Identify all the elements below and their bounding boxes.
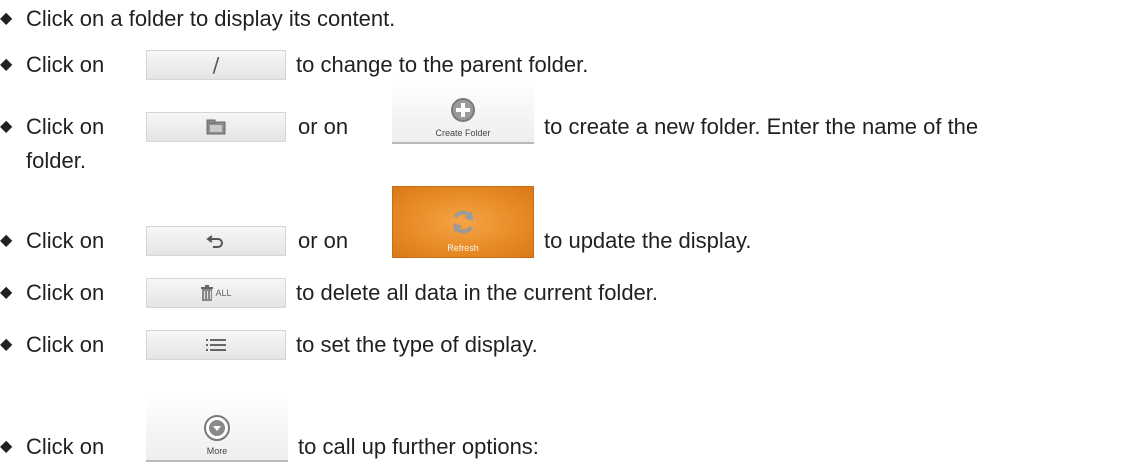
- refresh-button[interactable]: Refresh: [392, 186, 534, 258]
- instruction-text: to change to the parent folder.: [296, 52, 589, 77]
- instruction-text: Click on a folder to display its content…: [26, 6, 396, 31]
- bullet-diamond: ◆: [0, 284, 13, 301]
- bullet-diamond: ◆: [0, 232, 13, 249]
- undo-arrow-icon: [206, 235, 223, 248]
- instruction-text: to set the type of display.: [296, 332, 538, 357]
- create-folder-label: Create Folder: [435, 128, 491, 138]
- display-type-button[interactable]: [146, 330, 286, 360]
- folder-icon: [206, 119, 226, 135]
- instruction-text: to delete all data in the current folder…: [296, 280, 659, 305]
- bullet-diamond: ◆: [0, 438, 13, 455]
- undo-button[interactable]: [146, 226, 286, 256]
- list-icon: [206, 339, 226, 351]
- trash-icon: [201, 285, 214, 301]
- bullet-diamond: ◆: [0, 56, 13, 73]
- instruction-text: to create a new folder. Enter the name o…: [544, 114, 979, 139]
- instruction-text: Click on: [26, 228, 105, 253]
- more-label: More: [206, 446, 228, 456]
- instruction-text: folder.: [26, 148, 86, 173]
- bullet-diamond: ◆: [0, 10, 13, 27]
- instruction-text: or on: [298, 114, 349, 139]
- chevron-down-circle-icon: [204, 415, 230, 441]
- slash-icon: /: [212, 53, 220, 77]
- refresh-label: Refresh: [447, 243, 479, 253]
- new-folder-button[interactable]: [146, 112, 286, 142]
- instruction-text: to update the display.: [544, 228, 752, 253]
- bullet-diamond: ◆: [0, 118, 13, 135]
- plus-circle-icon: [451, 98, 475, 122]
- create-folder-button[interactable]: Create Folder: [392, 78, 534, 144]
- instruction-text: to call up further options:: [298, 434, 539, 459]
- instruction-text: Click on: [26, 280, 105, 305]
- instruction-text: Click on: [26, 332, 105, 357]
- instruction-text: Click on: [26, 434, 105, 459]
- bullet-diamond: ◆: [0, 336, 13, 353]
- instruction-text: or on: [298, 228, 349, 253]
- refresh-icon: [453, 210, 473, 234]
- delete-all-button[interactable]: ALL: [146, 278, 286, 308]
- instruction-text: Click on: [26, 52, 105, 77]
- parent-folder-button[interactable]: /: [146, 50, 286, 80]
- instruction-text: Click on: [26, 114, 105, 139]
- delete-all-badge: ALL: [215, 288, 232, 298]
- more-button[interactable]: More: [146, 396, 288, 462]
